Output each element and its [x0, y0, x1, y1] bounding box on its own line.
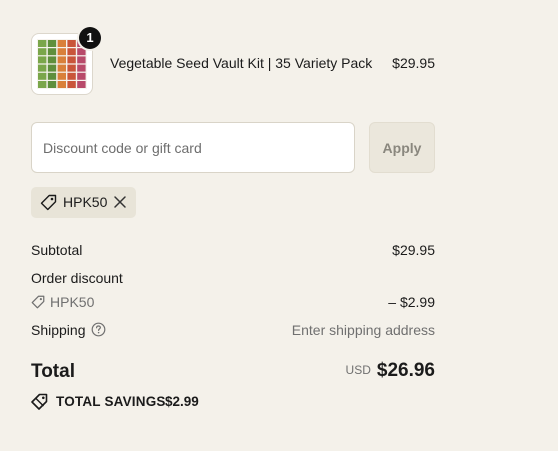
seed-packet-tile — [77, 81, 86, 88]
subtotal-value: $29.95 — [392, 242, 435, 258]
order-discount-label: Order discount — [31, 270, 123, 286]
seed-packet-tile — [67, 56, 76, 64]
seed-packet-tile — [57, 56, 66, 64]
currency-code: USD — [345, 363, 371, 377]
subtotal-label: Subtotal — [31, 242, 83, 258]
tag-icon — [40, 194, 57, 211]
seed-packet-tile — [77, 48, 86, 56]
help-icon[interactable] — [91, 322, 106, 337]
seed-packet-tile — [57, 48, 66, 56]
savings-value: $2.99 — [165, 394, 199, 409]
savings-tag-icon — [31, 393, 48, 410]
shipping-label: Shipping — [31, 322, 86, 338]
discount-code-input[interactable] — [31, 122, 355, 173]
seed-packet-tile — [67, 40, 76, 47]
seed-packet-tile — [38, 48, 47, 56]
seed-packet-tile — [47, 81, 57, 88]
seed-packet-tile — [38, 72, 47, 80]
line-item: 1 Vegetable Seed Vault Kit | 35 Variety … — [31, 27, 435, 97]
seed-packet-tile — [47, 64, 57, 72]
seed-packets-image — [37, 39, 87, 89]
seed-packet-tile — [47, 40, 57, 47]
seed-packet-tile — [77, 72, 86, 80]
discount-code-row: HPK50 – $2.99 — [31, 294, 435, 312]
seed-packet-tile — [38, 40, 47, 47]
tag-icon — [31, 295, 45, 309]
seed-packet-tile — [67, 81, 76, 88]
total-savings: TOTAL SAVINGS $2.99 — [31, 392, 331, 412]
total-amount-group: USD $26.96 — [346, 360, 435, 382]
total-label: Total — [31, 361, 75, 382]
seed-packet-tile — [47, 48, 57, 56]
seed-packet-tile — [57, 81, 66, 88]
seed-packet-tile — [38, 64, 47, 72]
applied-discount-chip: HPK50 — [31, 187, 136, 218]
product-price: $29.95 — [392, 55, 435, 71]
discount-value: – $2.99 — [388, 294, 435, 310]
savings-label: TOTAL SAVINGS — [56, 394, 166, 409]
seed-packet-tile — [47, 72, 57, 80]
seed-packet-tile — [67, 64, 76, 72]
seed-packet-tile — [67, 72, 76, 80]
shipping-value: Enter shipping address — [291, 322, 435, 338]
seed-packet-tile — [38, 81, 47, 88]
seed-packet-tile — [57, 40, 66, 47]
total-value: $26.96 — [376, 360, 435, 381]
close-icon[interactable] — [113, 195, 127, 209]
quantity-badge: 1 — [79, 27, 101, 49]
seed-packet-tile — [77, 64, 86, 72]
seed-packet-tile — [57, 64, 66, 72]
seed-packet-tile — [38, 56, 47, 64]
applied-code-label: HPK50 — [63, 194, 108, 210]
seed-packet-tile — [67, 48, 76, 56]
shipping-row: Shipping Enter shipping address — [31, 322, 435, 340]
seed-packet-tile — [57, 72, 66, 80]
seed-packet-tile — [77, 56, 86, 64]
product-title: Vegetable Seed Vault Kit | 35 Variety Pa… — [110, 55, 373, 71]
apply-discount-button[interactable]: Apply — [369, 122, 435, 173]
seed-packet-tile — [47, 56, 57, 64]
discount-code-label: HPK50 — [50, 294, 95, 310]
